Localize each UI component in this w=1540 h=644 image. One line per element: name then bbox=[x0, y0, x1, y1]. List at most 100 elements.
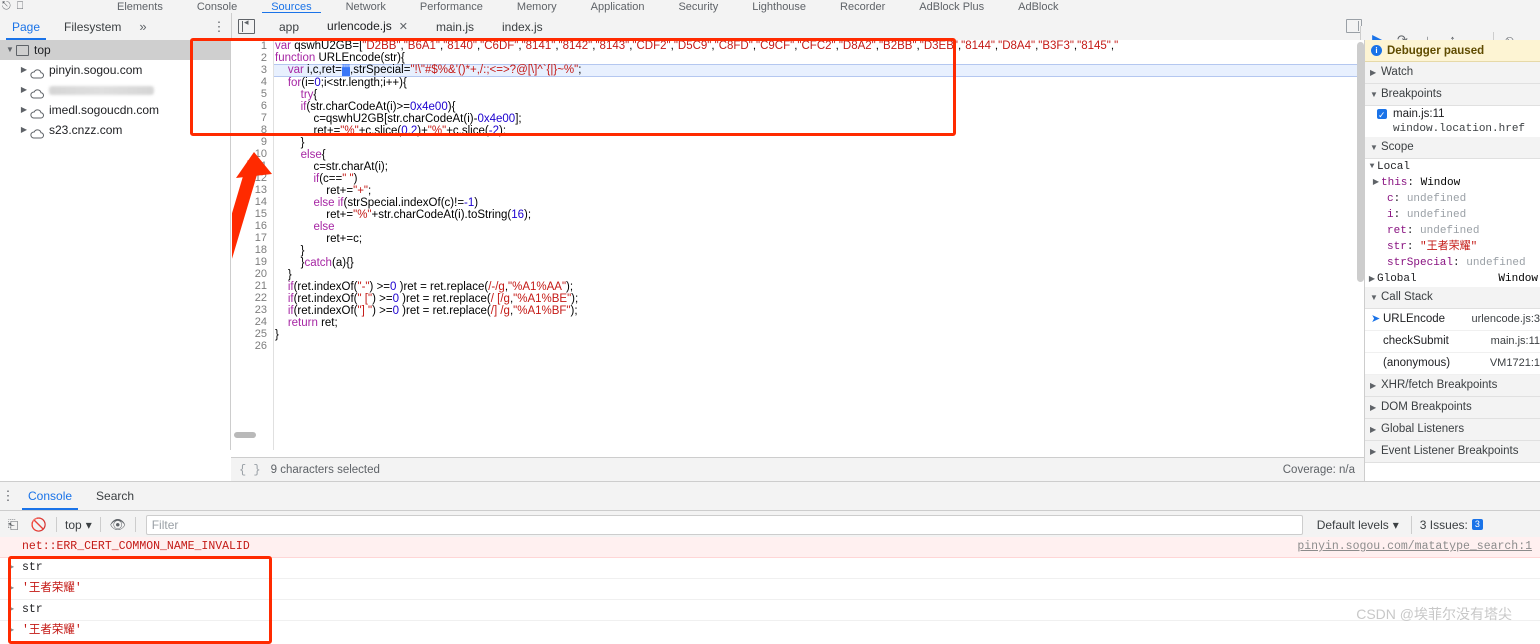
code-line[interactable]: var i,c,ret="",strSpecial="!\"#$%&'()*+,… bbox=[274, 64, 1365, 77]
code-line[interactable]: } bbox=[274, 137, 1365, 149]
devtools-tab-security[interactable]: Security bbox=[661, 2, 735, 13]
code-line[interactable]: } bbox=[274, 329, 1365, 341]
scope-variable[interactable]: c: undefined bbox=[1365, 191, 1540, 207]
navigator-tree-item[interactable]: ▶s23.cnzz.com bbox=[0, 120, 230, 140]
sidebar-section-dom-breakpoints[interactable]: ▶DOM Breakpoints bbox=[1365, 397, 1540, 419]
call-stack-section-header[interactable]: ▼Call Stack bbox=[1365, 287, 1540, 309]
scope-variable[interactable]: i: undefined bbox=[1365, 207, 1540, 223]
call-stack-location[interactable]: urlencode.js:3 bbox=[1472, 309, 1540, 330]
devtools-tab-elements[interactable]: Elements bbox=[100, 2, 180, 13]
devtools-tab-performance[interactable]: Performance bbox=[403, 2, 500, 13]
code-line[interactable]: c=qswhU2GB[str.charCodeAt(i)-0x4e00]; bbox=[274, 113, 1365, 125]
call-stack-location[interactable]: main.js:11 bbox=[1491, 331, 1540, 352]
code-line[interactable]: return ret; bbox=[274, 317, 1365, 329]
chevron-right-icon[interactable]: ▶ bbox=[18, 100, 30, 120]
breakpoints-section-header[interactable]: ▼Breakpoints bbox=[1365, 84, 1540, 106]
watch-section-header[interactable]: ▶Watch bbox=[1365, 62, 1540, 84]
chevron-right-icon[interactable]: ▶ bbox=[8, 558, 14, 578]
code-line[interactable] bbox=[274, 341, 1365, 353]
code-line[interactable]: } bbox=[274, 269, 1365, 281]
console-log-levels-selector[interactable]: Default levels ▾ bbox=[1309, 518, 1407, 532]
code-line[interactable]: if(ret.indexOf("-") >=0 )ret = ret.repla… bbox=[274, 281, 1365, 293]
navigator-more-options-icon[interactable]: ⋮ bbox=[212, 19, 226, 34]
extra-breakpoint-sections[interactable]: ▶XHR/fetch Breakpoints▶DOM Breakpoints▶G… bbox=[1365, 375, 1540, 463]
checkbox-checked-icon[interactable] bbox=[1377, 109, 1387, 119]
scope-variable[interactable]: strSpecial: undefined bbox=[1365, 255, 1540, 271]
call-stack-frame[interactable]: checkSubmitmain.js:11 bbox=[1365, 331, 1540, 353]
inspect-icon[interactable]: ⎋ bbox=[2, 0, 11, 13]
scope-variable[interactable]: ▶this: Window bbox=[1365, 175, 1540, 191]
chevron-right-icon[interactable]: ▶ bbox=[18, 120, 30, 140]
call-stack-frame-list[interactable]: ➤URLEncodeurlencode.js:3checkSubmitmain.… bbox=[1365, 309, 1540, 375]
code-line[interactable]: else if(strSpecial.indexOf(c)!=-1) bbox=[274, 197, 1365, 209]
code-line[interactable]: function URLEncode(str){ bbox=[274, 52, 1365, 64]
editor-horizontal-scrollbar[interactable] bbox=[231, 430, 1365, 440]
drawer-tab-console[interactable]: Console bbox=[16, 483, 84, 510]
code-line[interactable]: else bbox=[274, 221, 1365, 233]
live-expression-icon[interactable]: 👁 bbox=[105, 512, 131, 538]
code-line[interactable]: if(str.charCodeAt(i)>=0x4e00){ bbox=[274, 101, 1365, 113]
code-line[interactable]: if(ret.indexOf(" [") >=0 )ret = ret.repl… bbox=[274, 293, 1365, 305]
clear-console-icon[interactable]: 🚫 bbox=[26, 512, 52, 538]
devtools-tab-adblock[interactable]: AdBlock bbox=[1001, 2, 1075, 13]
navigator-tree-item[interactable]: ▶imedl.sogoucdn.com bbox=[0, 100, 230, 120]
console-message-list[interactable]: net::ERR_CERT_COMMON_NAME_INVALIDpinyin.… bbox=[0, 537, 1540, 641]
chevron-right-icon[interactable]: ▶ bbox=[1370, 397, 1381, 418]
devtools-tab-adblock-plus[interactable]: AdBlock Plus bbox=[902, 2, 1001, 13]
drawer-tab-search[interactable]: Search bbox=[84, 483, 146, 510]
devtools-tab-application[interactable]: Application bbox=[574, 2, 662, 13]
pretty-print-icon[interactable]: { } bbox=[239, 463, 261, 477]
sidebar-section-event-listener-breakpoints[interactable]: ▶Event Listener Breakpoints bbox=[1365, 441, 1540, 463]
chevron-right-icon[interactable]: ▶ bbox=[1367, 272, 1377, 288]
chevron-right-icon[interactable]: ▶ bbox=[8, 579, 14, 599]
console-context-selector[interactable]: top ▾ bbox=[61, 518, 96, 532]
chevron-right-icon[interactable]: ▶ bbox=[18, 60, 30, 80]
code-line[interactable]: ret+="+"; bbox=[274, 185, 1365, 197]
scope-variable[interactable]: str: "王者荣耀" bbox=[1365, 239, 1540, 255]
console-filter-input[interactable]: Filter bbox=[146, 515, 1303, 535]
close-icon[interactable]: ✕ bbox=[399, 21, 408, 33]
devtools-tab-console[interactable]: Console bbox=[180, 2, 254, 13]
navigator-more-tabs-icon[interactable]: » bbox=[133, 19, 152, 34]
editor-code-content[interactable]: var qswhU2GB=["D2BB","B6A1","8140","C6DF… bbox=[274, 40, 1365, 440]
chevron-right-icon[interactable]: ▶ bbox=[1370, 419, 1381, 440]
chevron-down-icon[interactable]: ▼ bbox=[1367, 159, 1377, 175]
chevron-right-icon[interactable]: ▶ bbox=[1370, 375, 1381, 396]
sidebar-section-global-listeners[interactable]: ▶Global Listeners bbox=[1365, 419, 1540, 441]
code-line[interactable]: if(c==" ") bbox=[274, 173, 1365, 185]
devtools-tab-sources[interactable]: Sources bbox=[254, 2, 328, 13]
devtools-tab-lighthouse[interactable]: Lighthouse bbox=[735, 2, 823, 13]
scope-local-header[interactable]: ▼Local bbox=[1365, 159, 1540, 175]
chevron-right-icon[interactable]: ▶ bbox=[18, 80, 30, 100]
breakpoint-item[interactable]: main.js:11 bbox=[1365, 106, 1540, 122]
code-line[interactable]: c=str.charAt(i); bbox=[274, 161, 1365, 173]
scope-variable[interactable]: ret: undefined bbox=[1365, 223, 1540, 239]
issues-button[interactable]: 3 Issues: 3 bbox=[1411, 516, 1491, 534]
code-line[interactable]: ret+="%"+c.slice(0,2)+"%"+c.slice(-2); bbox=[274, 125, 1365, 137]
scope-global-row[interactable]: ▶GlobalWindow bbox=[1365, 271, 1540, 287]
navigator-tree-item[interactable]: ▶pinyin.sogou.com bbox=[0, 60, 230, 80]
editor-tab-main-js[interactable]: main.js bbox=[422, 14, 488, 40]
call-stack-location[interactable]: VM1721:1 bbox=[1490, 353, 1540, 374]
editor-tab-urlencode-js[interactable]: urlencode.js✕ bbox=[313, 13, 422, 40]
chevron-right-icon[interactable]: ▶ bbox=[1371, 175, 1381, 191]
code-line[interactable]: ret+="%"+str.charCodeAt(i).toString(16); bbox=[274, 209, 1365, 221]
code-line[interactable]: } bbox=[274, 245, 1365, 257]
chevron-down-icon[interactable]: ▼ bbox=[4, 40, 16, 60]
source-code-editor[interactable]: 1234567891011121314151617181920212223242… bbox=[231, 40, 1365, 450]
scope-section-header[interactable]: ▼Scope bbox=[1365, 137, 1540, 159]
debugger-sidebar[interactable]: i Debugger paused ▶Watch ▼Breakpoints ma… bbox=[1364, 40, 1540, 481]
call-stack-frame[interactable]: (anonymous)VM1721:1 bbox=[1365, 353, 1540, 375]
code-line[interactable]: for(i=0;i<str.length;i++){ bbox=[274, 77, 1365, 89]
navigator-tab-filesystem[interactable]: Filesystem bbox=[52, 14, 133, 40]
code-line[interactable]: try{ bbox=[274, 89, 1365, 101]
console-message[interactable]: net::ERR_CERT_COMMON_NAME_INVALIDpinyin.… bbox=[0, 537, 1540, 558]
chevron-right-icon[interactable]: ▶ bbox=[8, 600, 14, 620]
navigator-tree-item[interactable]: ▶ bbox=[0, 80, 230, 100]
console-message[interactable]: ▶str bbox=[0, 558, 1540, 579]
code-line[interactable]: var qswhU2GB=["D2BB","B6A1","8140","C6DF… bbox=[274, 40, 1365, 52]
console-message-source-link[interactable]: pinyin.sogou.com/matatype_search:1 bbox=[1297, 537, 1532, 557]
chevron-right-icon[interactable]: ▶ bbox=[8, 621, 14, 641]
devtools-tab-memory[interactable]: Memory bbox=[500, 2, 574, 13]
sidebar-section-xhr-fetch-breakpoints[interactable]: ▶XHR/fetch Breakpoints bbox=[1365, 375, 1540, 397]
